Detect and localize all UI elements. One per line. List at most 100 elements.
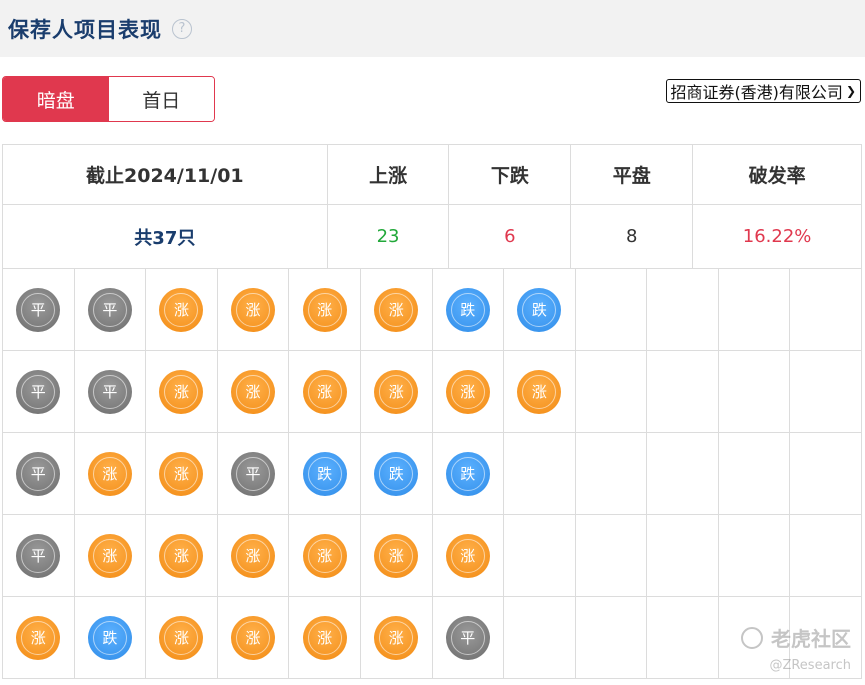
total-count: 共37只 (2, 204, 328, 269)
coin-label: 平 (102, 301, 118, 319)
grid-cell (575, 597, 648, 679)
coin-up-icon[interactable]: 涨 (231, 533, 276, 578)
grid-cell: 涨 (146, 597, 218, 679)
page-header: 保荐人项目表现 ? (0, 0, 865, 57)
broker-select[interactable]: 招商证券(香港)有限公司 ❯ (666, 79, 861, 103)
coin-label: 涨 (531, 383, 547, 401)
grid-cell (575, 433, 648, 515)
coin-up-icon[interactable]: 涨 (445, 369, 490, 414)
coin-up-icon[interactable]: 涨 (159, 369, 204, 414)
grid-cell: 涨 (217, 269, 290, 351)
coin-label: 跌 (531, 301, 547, 319)
coin-up-icon[interactable]: 涨 (374, 369, 419, 414)
coin-up-icon[interactable]: 涨 (159, 615, 204, 660)
grid-cell: 涨 (74, 515, 147, 597)
grid-cell: 涨 (74, 433, 147, 515)
coin-flat-icon[interactable]: 平 (16, 369, 61, 414)
grid-cell (647, 597, 719, 679)
coin-label: 涨 (102, 547, 118, 565)
coin-label: 平 (460, 629, 476, 647)
date-label: 截止2024/11/01 (2, 144, 328, 205)
help-icon[interactable]: ? (172, 18, 192, 39)
grid-cell: 跌 (432, 269, 505, 351)
coin-label: 涨 (102, 465, 118, 483)
coin-down-icon[interactable]: 跌 (517, 287, 562, 332)
coin-label: 涨 (388, 547, 404, 565)
grid-cell: 涨 (289, 515, 361, 597)
coin-up-icon[interactable]: 涨 (159, 451, 204, 496)
grid-cell (504, 597, 576, 679)
coin-label: 跌 (317, 465, 333, 483)
coin-up-icon[interactable]: 涨 (159, 533, 204, 578)
coin-label: 跌 (460, 301, 476, 319)
coin-flat-icon[interactable]: 平 (231, 451, 276, 496)
coin-up-icon[interactable]: 涨 (445, 533, 490, 578)
coin-label: 涨 (317, 629, 333, 647)
grid-cell (790, 515, 862, 597)
grid-cell (504, 433, 576, 515)
coin-label: 平 (245, 465, 261, 483)
coin-up-icon[interactable]: 涨 (517, 369, 562, 414)
coin-label: 涨 (245, 629, 261, 647)
coin-up-icon[interactable]: 涨 (374, 615, 419, 660)
coin-flat-icon[interactable]: 平 (16, 287, 61, 332)
coin-flat-icon[interactable]: 平 (16, 451, 61, 496)
tab-group: 暗盘 首日 (2, 76, 215, 122)
coin-label: 涨 (173, 465, 189, 483)
tab-dark-market[interactable]: 暗盘 (3, 77, 109, 121)
coin-down-icon[interactable]: 跌 (374, 451, 419, 496)
coin-up-icon[interactable]: 涨 (87, 451, 132, 496)
coin-label: 涨 (317, 301, 333, 319)
coin-label: 涨 (173, 547, 189, 565)
tab-first-day[interactable]: 首日 (108, 77, 214, 121)
coin-up-icon[interactable]: 涨 (231, 615, 276, 660)
coin-down-icon[interactable]: 跌 (445, 287, 490, 332)
grid-cell: 跌 (504, 269, 576, 351)
summary-header-row: 截止2024/11/01 上涨 下跌 平盘 破发率 (2, 144, 862, 205)
grid-cell: 涨 (3, 597, 75, 679)
grid-cell: 涨 (289, 351, 361, 433)
coin-up-icon[interactable]: 涨 (374, 533, 419, 578)
coin-up-icon[interactable]: 涨 (16, 615, 61, 660)
chevron-down-icon: ❯ (845, 84, 856, 98)
grid-cell: 平 (432, 597, 505, 679)
coin-label: 涨 (388, 629, 404, 647)
coin-flat-icon[interactable]: 平 (445, 615, 490, 660)
coin-up-icon[interactable]: 涨 (302, 287, 347, 332)
grid-cell (718, 433, 791, 515)
grid-cell: 涨 (432, 515, 505, 597)
grid-cell (647, 515, 719, 597)
grid-cell: 涨 (360, 597, 433, 679)
coin-flat-icon[interactable]: 平 (87, 287, 132, 332)
coin-flat-icon[interactable]: 平 (87, 369, 132, 414)
coin-flat-icon[interactable]: 平 (16, 533, 61, 578)
coin-label: 涨 (317, 547, 333, 565)
coin-up-icon[interactable]: 涨 (159, 287, 204, 332)
coin-up-icon[interactable]: 涨 (302, 533, 347, 578)
grid-cell (647, 351, 719, 433)
coin-down-icon[interactable]: 跌 (302, 451, 347, 496)
coin-label: 涨 (388, 301, 404, 319)
grid-cell (790, 433, 862, 515)
flat-count: 8 (570, 204, 694, 269)
grid-cell: 跌 (360, 433, 433, 515)
coin-label: 涨 (173, 629, 189, 647)
coin-down-icon[interactable]: 跌 (87, 615, 132, 660)
coin-label: 跌 (460, 465, 476, 483)
grid-cell: 跌 (289, 433, 361, 515)
coin-label: 涨 (388, 383, 404, 401)
coin-up-icon[interactable]: 涨 (231, 369, 276, 414)
grid-cell (790, 269, 862, 351)
grid-cell (718, 351, 791, 433)
grid-cell (575, 269, 648, 351)
coin-up-icon[interactable]: 涨 (87, 533, 132, 578)
grid-cell: 涨 (360, 515, 433, 597)
coin-up-icon[interactable]: 涨 (231, 287, 276, 332)
coin-up-icon[interactable]: 涨 (302, 369, 347, 414)
coin-up-icon[interactable]: 涨 (374, 287, 419, 332)
grid-cell: 涨 (360, 269, 433, 351)
coin-down-icon[interactable]: 跌 (445, 451, 490, 496)
coin-up-icon[interactable]: 涨 (302, 615, 347, 660)
coin-label: 平 (30, 301, 46, 319)
grid-cell: 涨 (146, 515, 218, 597)
